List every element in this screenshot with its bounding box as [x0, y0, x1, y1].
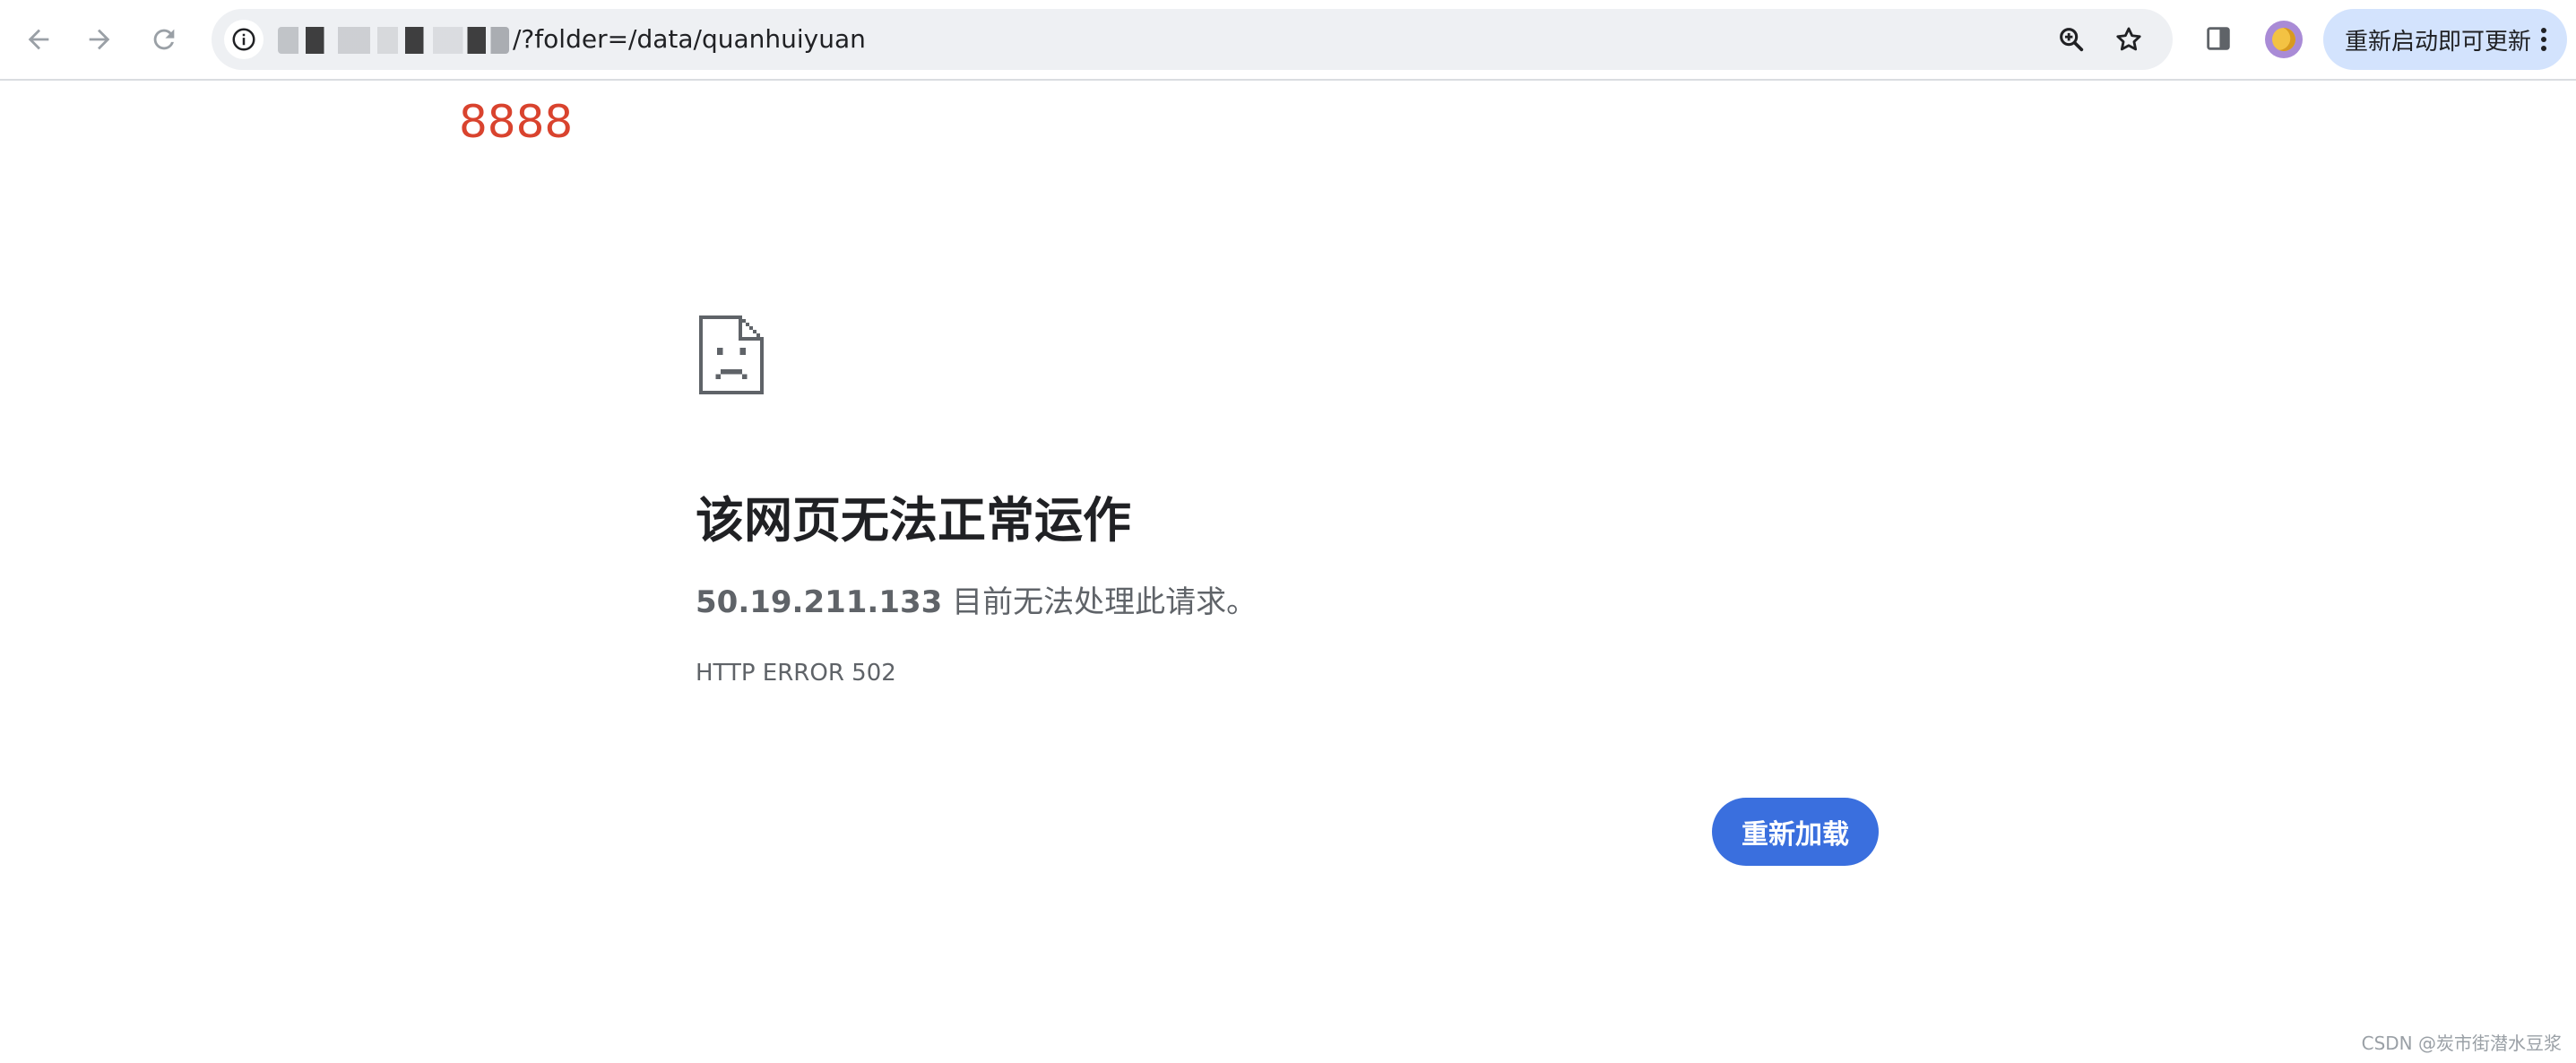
side-panel-icon[interactable] — [2203, 23, 2234, 54]
arrow-left-icon — [28, 29, 49, 50]
forward-button[interactable] — [79, 19, 120, 60]
reload-icon — [153, 29, 175, 50]
site-info-button[interactable] — [224, 20, 264, 59]
reload-page-button-label: 重新加载 — [1742, 819, 1849, 851]
browser-toolbar: /?folder=/data/quanhuiyuan 重新启动即可更新 — [0, 0, 2576, 81]
avatar-image — [2269, 24, 2299, 55]
arrow-right-icon — [89, 29, 110, 50]
address-bar[interactable]: /?folder=/data/quanhuiyuan — [212, 9, 2173, 70]
back-button[interactable] — [18, 19, 59, 60]
url-path: /?folder=/data/quanhuiyuan — [513, 24, 866, 54]
update-button-label: 重新启动即可更新 — [2345, 28, 2532, 56]
url-text[interactable]: /?folder=/data/quanhuiyuan — [278, 24, 866, 55]
reload-page-button[interactable]: 重新加载 — [1712, 798, 1879, 866]
zoom-in-icon[interactable] — [2056, 24, 2087, 55]
star-icon[interactable] — [2114, 24, 2144, 55]
error-message: 目前无法处理此请求。 — [942, 584, 1258, 620]
error-title: 该网页无法正常运作 — [696, 492, 1131, 549]
more-vert-icon[interactable] — [2540, 27, 2547, 52]
profile-avatar[interactable] — [2265, 21, 2303, 58]
sad-page-icon — [699, 315, 764, 394]
error-host: 50.19.211.133 — [696, 584, 943, 620]
reload-button[interactable] — [143, 19, 185, 60]
update-button[interactable]: 重新启动即可更新 — [2323, 9, 2567, 70]
port-tag: 8888 — [459, 96, 574, 148]
watermark: CSDN @炭市街潜水豆浆 — [2361, 1033, 2562, 1054]
info-icon — [232, 28, 255, 51]
error-code: HTTP ERROR 502 — [696, 660, 896, 687]
redacted-url-host — [278, 27, 509, 54]
error-description: 50.19.211.133 目前无法处理此请求。 — [696, 583, 1257, 622]
